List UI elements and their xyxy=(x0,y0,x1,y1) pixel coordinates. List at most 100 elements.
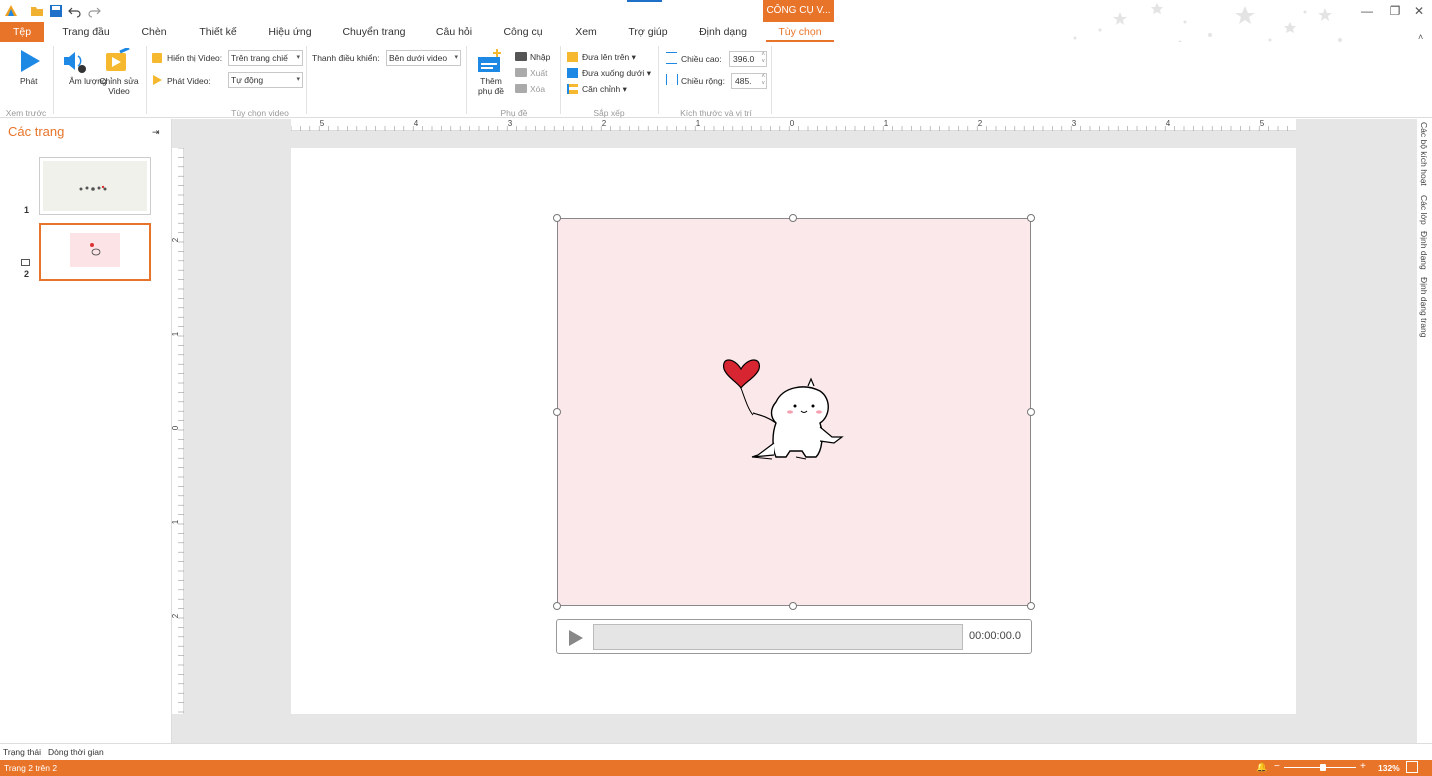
open-folder-icon[interactable] xyxy=(30,4,44,18)
thumbnail-drawing-icon xyxy=(79,185,107,191)
tab-home[interactable]: Trang đầu xyxy=(54,22,118,42)
zoom-slider-thumb[interactable] xyxy=(1320,764,1326,771)
zoom-in-button[interactable]: + xyxy=(1360,761,1366,772)
width-icon xyxy=(666,74,678,85)
import-button[interactable]: Nhập xyxy=(530,52,550,62)
align-button[interactable]: Căn chỉnh ▾ xyxy=(582,84,627,95)
close-icon[interactable]: ✕ xyxy=(1412,4,1426,18)
minimize-icon[interactable]: — xyxy=(1360,4,1374,18)
tab-page-format[interactable]: Định dạng trang xyxy=(1419,277,1429,338)
video-object[interactable] xyxy=(557,218,1031,606)
height-input[interactable]: 396.0 ˄ ˅ xyxy=(729,51,767,67)
play-button[interactable]: Phát xyxy=(16,48,44,88)
ruler-label: 3 xyxy=(1072,119,1077,128)
play-icon[interactable] xyxy=(567,629,585,647)
slide-thumbnail-1[interactable] xyxy=(39,157,151,215)
edit-video-icon xyxy=(106,46,130,71)
bring-front-icon xyxy=(567,52,578,62)
restore-icon[interactable]: ❐ xyxy=(1388,4,1402,18)
send-back-button[interactable]: Đưa xuống dưới ▾ xyxy=(582,68,651,79)
bring-front-button[interactable]: Đưa lên trên ▾ xyxy=(582,52,636,63)
slide-thumbnail-2[interactable] xyxy=(39,223,151,281)
video-slide-icon xyxy=(21,259,30,266)
width-input[interactable]: 485. ˄ ˅ xyxy=(731,73,767,89)
play-video-icon xyxy=(153,75,162,85)
add-subtitle-icon xyxy=(478,49,501,72)
tab-options[interactable]: Tùy chọn xyxy=(766,22,834,42)
vertical-ruler: 2 1 0 1 2 xyxy=(171,147,184,714)
add-subtitle-button[interactable]: Thêm phụ đề xyxy=(474,48,508,100)
title-bar: CÔNG CỤ V... — ❐ ✕ xyxy=(0,0,1432,44)
tab-triggers[interactable]: Các bộ kích hoạt xyxy=(1419,122,1429,186)
redo-icon[interactable] xyxy=(87,4,101,18)
resize-handle[interactable] xyxy=(789,602,797,610)
volume-button[interactable]: Âm lượng xyxy=(60,48,107,100)
chevron-down-icon: ▾ xyxy=(296,54,300,61)
undo-icon[interactable] xyxy=(68,4,82,18)
display-video-label: Hiển thị Video: xyxy=(167,53,223,63)
group-label-arrange: Sắp xếp xyxy=(593,108,625,118)
tab-view[interactable]: Xem xyxy=(566,22,606,42)
notification-icon[interactable]: 🔔 xyxy=(1256,762,1267,773)
slide-number: 1 xyxy=(24,205,30,215)
tab-insert[interactable]: Chèn xyxy=(132,22,176,42)
resize-handle[interactable] xyxy=(553,214,561,222)
tab-file[interactable]: Tệp xyxy=(0,22,44,42)
chevron-down-icon: ▾ xyxy=(296,76,300,83)
import-icon xyxy=(515,52,527,61)
play-icon xyxy=(21,50,40,72)
display-video-select[interactable]: Trên trang chiế ▾ xyxy=(228,50,303,66)
tab-transitions[interactable]: Chuyển trang xyxy=(334,22,414,42)
divider xyxy=(53,46,54,114)
fit-to-window-icon[interactable] xyxy=(1406,761,1418,773)
spinner-icon: ˄ ˅ xyxy=(761,52,765,65)
horizontal-ruler: 5 4 3 2 1 0 1 2 3 4 5 xyxy=(290,119,1296,131)
thumbnail-content xyxy=(43,161,147,211)
video-player-controls: 00:00:00.0 xyxy=(556,619,1032,654)
pin-icon[interactable]: ⇥ xyxy=(152,127,160,138)
divider xyxy=(658,46,659,114)
ruler-label: 2 xyxy=(978,119,983,128)
save-icon[interactable] xyxy=(49,4,63,18)
resize-handle[interactable] xyxy=(1027,408,1035,416)
resize-handle[interactable] xyxy=(1027,214,1035,222)
play-video-select[interactable]: Tự động ▾ xyxy=(228,72,303,88)
group-label-subtitles: Phụ đề xyxy=(500,108,528,118)
resize-handle[interactable] xyxy=(1027,602,1035,610)
collapse-ribbon-icon[interactable]: ˄ xyxy=(1418,32,1423,42)
ruler-label: 0 xyxy=(172,425,180,430)
tab-format[interactable]: Định dạng xyxy=(690,22,756,42)
edit-video-button[interactable]: Chỉnh sửa Video xyxy=(96,46,140,100)
tab-effects[interactable]: Hiệu ứng xyxy=(260,22,320,42)
tab-questions[interactable]: Câu hỏi xyxy=(428,22,480,42)
seek-bar[interactable] xyxy=(593,624,963,650)
controls-select[interactable]: Bên dưới video ▾ xyxy=(386,50,461,66)
tab-design[interactable]: Thiết kế xyxy=(190,22,246,42)
ruler-label: 4 xyxy=(414,119,419,128)
tab-layers[interactable]: Các lớp xyxy=(1419,195,1429,225)
export-button[interactable]: Xuất xyxy=(530,68,548,78)
zoom-level: 132% xyxy=(1378,763,1400,773)
contextual-tab-video-tools[interactable]: CÔNG CỤ V... xyxy=(763,0,834,22)
bottom-tabs: Trạng thái Dòng thời gian xyxy=(0,743,1432,760)
controls-label: Thanh điều khiển: xyxy=(312,53,380,63)
group-label-size: Kích thước và vị trí xyxy=(680,108,752,118)
thumbnail-drawing-icon xyxy=(90,243,101,256)
tab-timeline[interactable]: Dòng thời gian xyxy=(48,747,104,757)
resize-handle[interactable] xyxy=(789,214,797,222)
ribbon: Phát Xem trước Âm lượng Chỉnh sửa Video … xyxy=(0,32,1432,118)
ruler-label: 3 xyxy=(508,119,513,128)
resize-handle[interactable] xyxy=(553,602,561,610)
time-display: 00:00:00.0 xyxy=(969,630,1021,642)
zoom-out-button[interactable]: − xyxy=(1274,761,1280,772)
display-video-icon xyxy=(152,53,162,63)
resize-handle[interactable] xyxy=(553,408,561,416)
height-label: Chiều cao: xyxy=(681,54,722,64)
slides-panel: Các trang ⇥ 1 2 xyxy=(0,119,172,743)
group-label-preview: Xem trước xyxy=(5,108,47,118)
tab-tools[interactable]: Công cụ xyxy=(494,22,552,42)
delete-button[interactable]: Xóa xyxy=(530,84,545,94)
tab-help[interactable]: Trợ giúp xyxy=(620,22,676,42)
tab-format-panel[interactable]: Định dạng xyxy=(1419,231,1429,270)
tab-states[interactable]: Trạng thái xyxy=(3,747,41,757)
